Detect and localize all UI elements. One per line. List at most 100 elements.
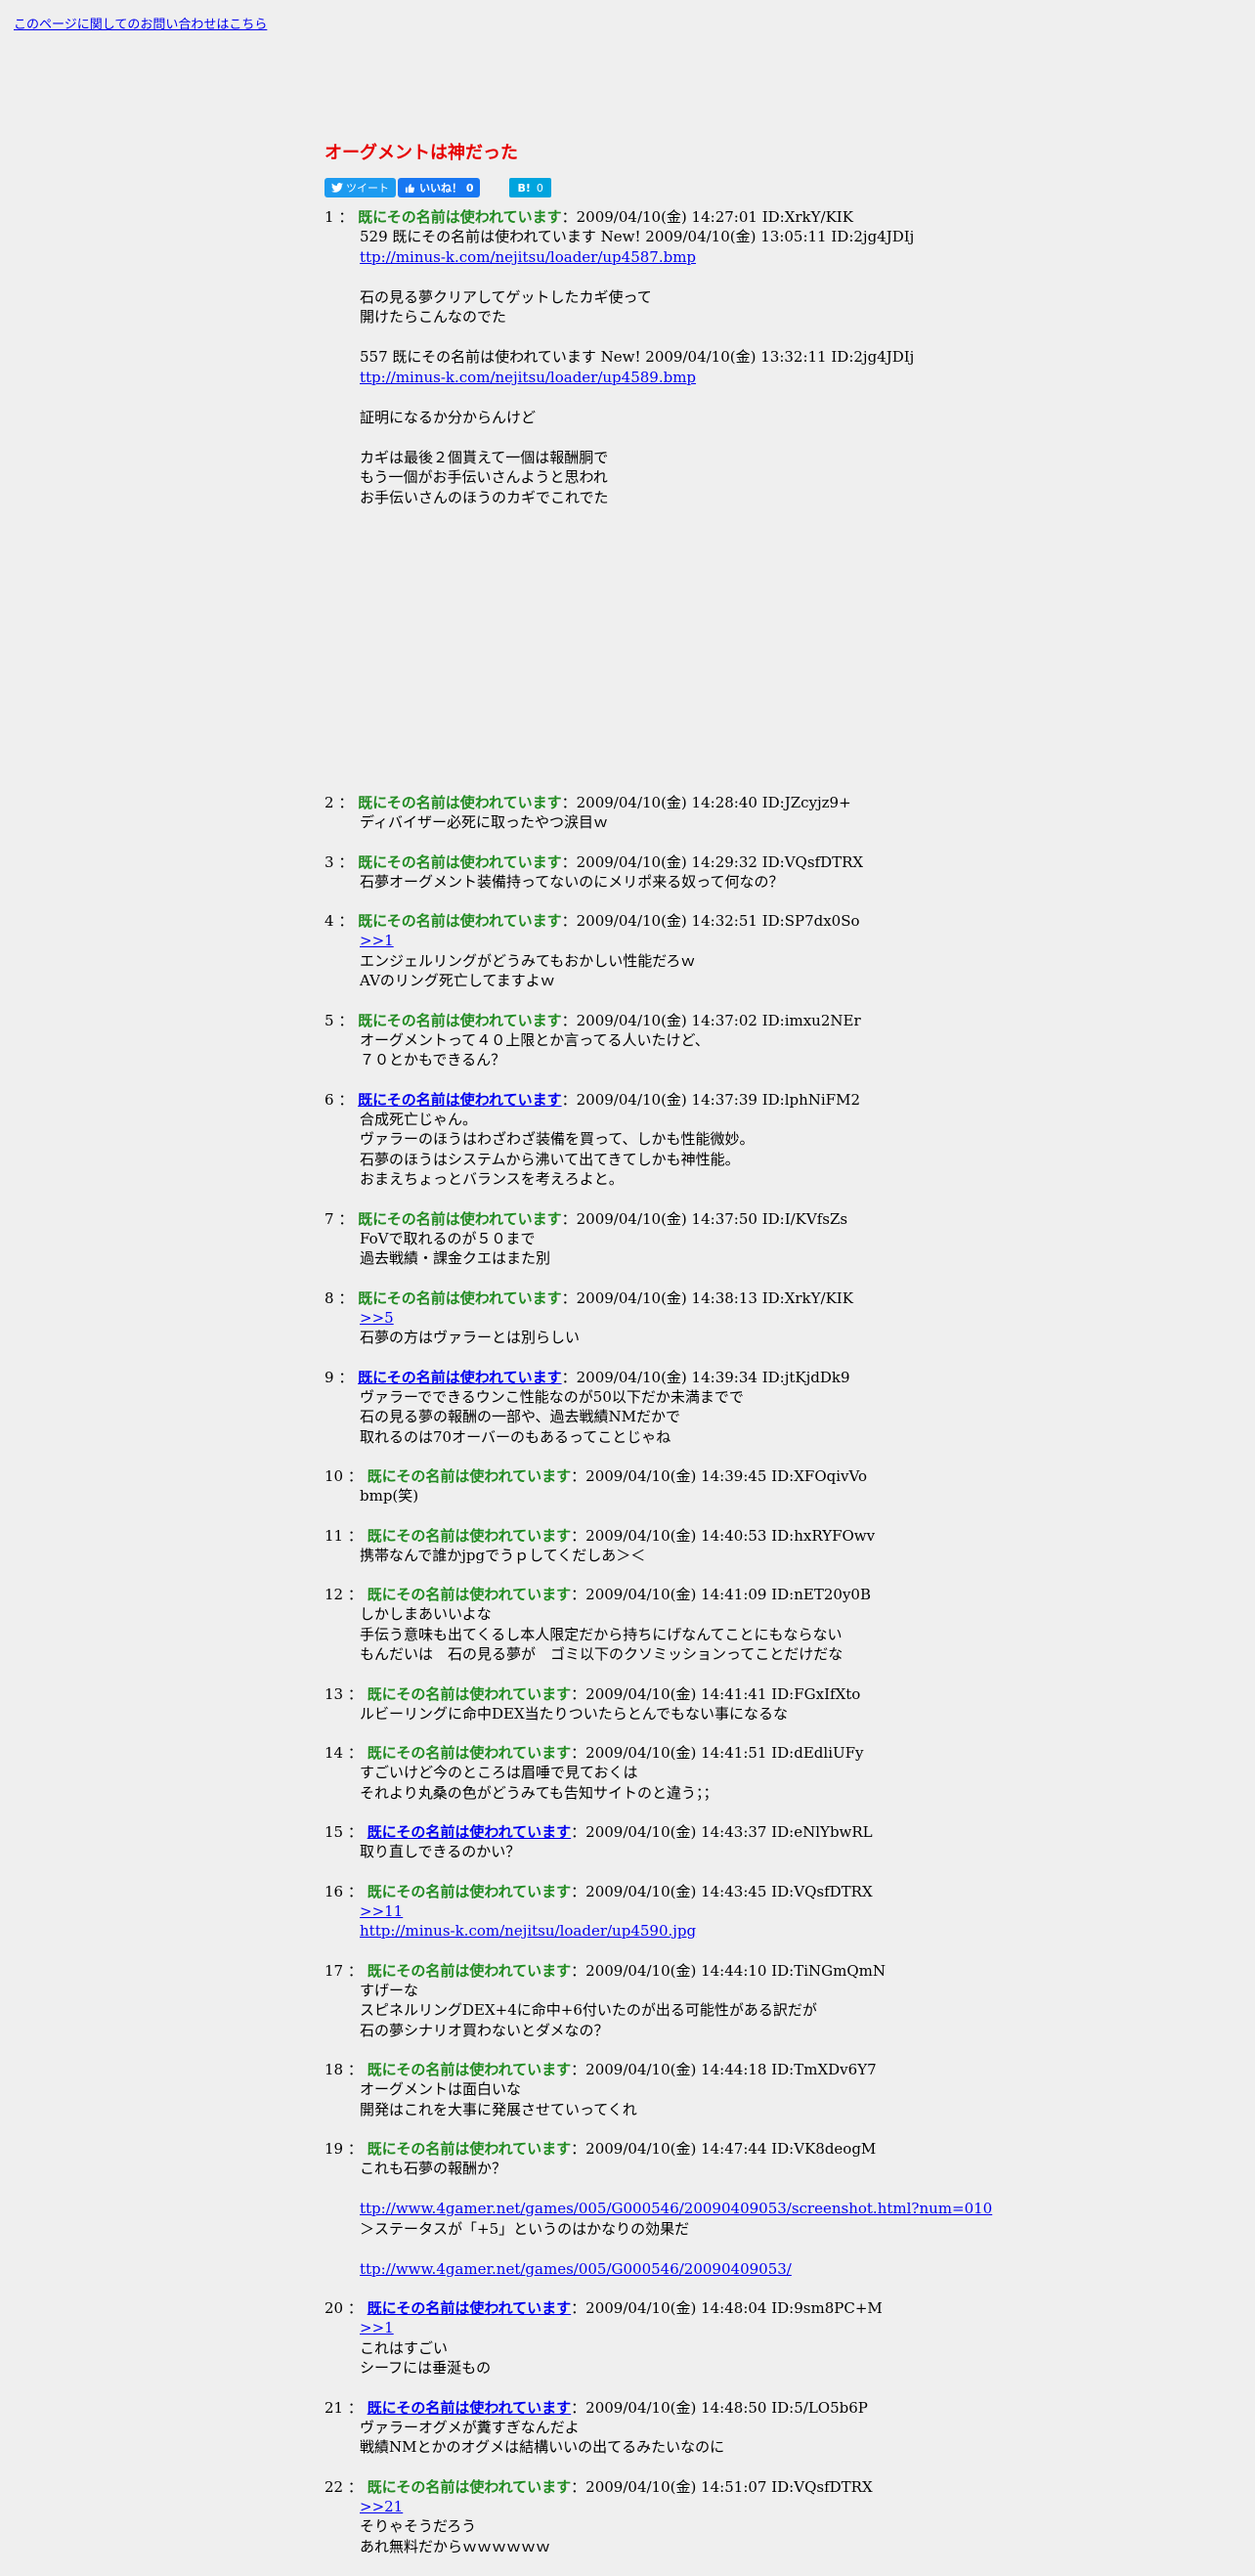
post-line: カギは最後２個貰えて一個は報酬胴で xyxy=(360,448,609,466)
post-line: すごいけど今のところは眉唾で見ておくは xyxy=(360,1764,638,1781)
post-header: 8 ： 既にその名前は使われています：2009/04/10(金) 14:38:1… xyxy=(325,1288,853,1307)
post-line: ttp://minus-k.com/nejitsu/loader/up4587.… xyxy=(360,247,1233,268)
post-number: 10 xyxy=(325,1467,344,1485)
poster-name[interactable]: 既にその名前は使われています xyxy=(358,1369,562,1386)
post-line: ttp://www.4gamer.net/games/005/G000546/2… xyxy=(360,2199,1233,2219)
poster-name: 既にその名前は使われています xyxy=(367,1467,572,1485)
post-header: 9 ： 既にその名前は使われています：2009/04/10(金) 14:39:3… xyxy=(325,1368,850,1386)
post-number: 12 xyxy=(325,1586,344,1603)
post-line: ttp://www.4gamer.net/games/005/G000546/2… xyxy=(360,2259,1233,2280)
hatena-bookmark-icon: B! xyxy=(517,181,531,195)
post: 16 ： 既にその名前は使われています：2009/04/10(金) 14:43:… xyxy=(325,1882,1233,1942)
post-line: シーフには垂涎もの xyxy=(360,2359,492,2377)
post-line: オーグメントは面白いな xyxy=(360,2080,522,2098)
post-body: FoVで取れるのが５０まで 過去戦績・課金クエはまた別 xyxy=(360,1229,1233,1269)
poster-name: 既にその名前は使われています xyxy=(367,1684,572,1703)
post-meta: 2009/04/10(金) 14:27:01 ID:XrkY/KIK xyxy=(576,208,853,226)
post-url-link[interactable]: ttp://minus-k.com/nejitsu/loader/up4589.… xyxy=(360,369,696,386)
post: 6 ： 既にその名前は使われています：2009/04/10(金) 14:37:3… xyxy=(325,1090,1233,1190)
poster-name[interactable]: 既にその名前は使われています xyxy=(358,1091,562,1109)
post-line: これはすごい xyxy=(360,2338,449,2357)
post-line: 石の見る夢の報酬の一部や、過去戦績NMだかで xyxy=(360,1408,681,1425)
poster-name: 既にその名前は使われています xyxy=(358,912,562,930)
post-meta: 2009/04/10(金) 14:43:37 ID:eNlYbwRL xyxy=(585,1823,873,1841)
post-meta: 2009/04/10(金) 14:39:34 ID:jtKjdDk9 xyxy=(576,1368,850,1386)
post-url-link[interactable]: ttp://minus-k.com/nejitsu/loader/up4587.… xyxy=(360,248,696,266)
post-header: 1 ： 既にその名前は使われています：2009/04/10(金) 14:27:0… xyxy=(325,208,853,226)
post-meta: 2009/04/10(金) 14:29:32 ID:VQsfDTRX xyxy=(576,852,864,871)
post-line: ルビーリングに命中DEX当たりついたらとんでもない事になるな xyxy=(360,1704,789,1723)
post-number: 13 xyxy=(325,1684,344,1703)
reply-anchor-link[interactable]: >>11 xyxy=(360,1902,403,1920)
post-line: お手伝いさんのほうのカギでこれでた xyxy=(360,488,609,506)
post-line: 携帯なんで誰かjpgでうｐしてくだしあ＞＜ xyxy=(360,1546,646,1564)
post-meta: 2009/04/10(金) 14:41:41 ID:FGxIfXto xyxy=(585,1684,861,1703)
post-url-link[interactable]: ttp://www.4gamer.net/games/005/G000546/2… xyxy=(360,2260,792,2278)
post: 13 ： 既にその名前は使われています：2009/04/10(金) 14:41:… xyxy=(325,1684,1233,1725)
post-url-link[interactable]: http://minus-k.com/nejitsu/loader/up4590… xyxy=(360,1922,696,1940)
tweet-label: ツイート xyxy=(346,182,389,195)
post-number: 5 xyxy=(325,1011,334,1029)
reply-anchor-link[interactable]: >>1 xyxy=(360,932,394,949)
post-line: >>11 xyxy=(360,1901,1233,1922)
post-number: 9 xyxy=(325,1368,334,1386)
post-header: 5 ： 既にその名前は使われています：2009/04/10(金) 14:37:0… xyxy=(325,1011,861,1029)
post-body: 529 既にその名前は使われています New! 2009/04/10(金) 13… xyxy=(360,227,1233,507)
post-header: 11 ： 既にその名前は使われています：2009/04/10(金) 14:40:… xyxy=(325,1526,876,1545)
post-header: 20 ： 既にその名前は使われています：2009/04/10(金) 14:48:… xyxy=(325,2299,883,2317)
post-header: 3 ： 既にその名前は使われています：2009/04/10(金) 14:29:3… xyxy=(325,852,864,871)
hatena-bookmark-button[interactable]: B! 0 xyxy=(509,178,551,197)
poster-name[interactable]: 既にその名前は使われています xyxy=(368,2399,572,2417)
post-line: 過去戦績・課金クエはまた別 xyxy=(360,1249,551,1267)
post-number: 14 xyxy=(325,1744,344,1762)
contact-link[interactable]: このページに関してのお問い合わせはこちら xyxy=(14,14,267,32)
poster-name[interactable]: 既にその名前は使われています xyxy=(368,1823,572,1841)
post-header: 19 ： 既にその名前は使われています：2009/04/10(金) 14:47:… xyxy=(325,2140,877,2158)
social-buttons: ツイート いいね！ 0 B! 0 xyxy=(325,178,1233,197)
like-button[interactable]: いいね！ 0 xyxy=(398,178,481,197)
post: 8 ： 既にその名前は使われています：2009/04/10(金) 14:38:1… xyxy=(325,1288,1233,1348)
post-number: 19 xyxy=(325,2140,344,2158)
post-meta: 2009/04/10(金) 14:48:04 ID:9sm8PC+M xyxy=(585,2299,883,2317)
post-body: ディバイザー必死に取ったやつ涙目ｗ xyxy=(360,812,1233,833)
reply-anchor-link[interactable]: >>5 xyxy=(360,1309,394,1327)
post: 22 ： 既にその名前は使われています：2009/04/10(金) 14:51:… xyxy=(325,2477,1233,2557)
post-line: ディバイザー必死に取ったやつ涙目ｗ xyxy=(360,813,608,831)
poster-name: 既にその名前は使われています xyxy=(358,1011,562,1029)
post-line: すげーな xyxy=(360,1981,419,1999)
page-title: オーグメントは神だった xyxy=(325,143,518,163)
post: 2 ： 既にその名前は使われています：2009/04/10(金) 14:28:4… xyxy=(325,793,1233,833)
hatena-bookmark-count: 0 xyxy=(536,181,543,195)
post-body: オーグメントって４０上限とか言ってる人いたけど、 ７０とかもできるん？ xyxy=(360,1030,1233,1070)
post-line: ヴァラーでできるウンこ性能なのが50以下だか未満までで xyxy=(360,1387,744,1406)
poster-name[interactable]: 既にその名前は使われています xyxy=(368,2299,572,2317)
post-line: 証明になるか分からんけど xyxy=(360,408,537,426)
thumbs-up-icon xyxy=(405,183,415,193)
post-header: 13 ： 既にその名前は使われています：2009/04/10(金) 14:41:… xyxy=(325,1684,861,1703)
post-body: しかしまあいいよな 手伝う意味も出てくるし本人限定だから持ちにげなんてことにもなら… xyxy=(360,1604,1233,1665)
post-body: 石夢オーグメント装備持ってないのにメリポ来る奴って何なの？ xyxy=(360,872,1233,893)
tweet-button[interactable]: ツイート xyxy=(325,178,396,197)
post: 10 ： 既にその名前は使われています：2009/04/10(金) 14:39:… xyxy=(325,1466,1233,1506)
post-header: 17 ： 既にその名前は使われています：2009/04/10(金) 14:44:… xyxy=(325,1961,887,1980)
post-line: エンジェルリングがどうみてもおかしい性能だろｗ xyxy=(360,951,696,970)
poster-name: 既にその名前は使われています xyxy=(367,1586,572,1603)
reply-anchor-link[interactable]: >>1 xyxy=(360,2319,394,2336)
post-line: 手伝う意味も出てくるし本人限定だから持ちにげなんてことにもならない xyxy=(360,1625,843,1643)
post-meta: 2009/04/10(金) 14:38:13 ID:XrkY/KIK xyxy=(576,1288,853,1307)
post-line: 取り直しできるのかい？ xyxy=(360,1843,521,1860)
post-url-link[interactable]: ttp://www.4gamer.net/games/005/G000546/2… xyxy=(360,2200,992,2217)
post-header: 12 ： 既にその名前は使われています：2009/04/10(金) 14:41:… xyxy=(325,1586,871,1603)
post-header: 22 ： 既にその名前は使われています：2009/04/10(金) 14:51:… xyxy=(325,2477,873,2496)
post-meta: 2009/04/10(金) 14:37:02 ID:imxu2NEr xyxy=(576,1011,861,1029)
reply-anchor-link[interactable]: >>21 xyxy=(360,2498,403,2515)
post: 5 ： 既にその名前は使われています：2009/04/10(金) 14:37:0… xyxy=(325,1011,1233,1070)
post-line: 開発はこれを大事に発展させていってくれ xyxy=(360,2100,637,2118)
post-header: 16 ： 既にその名前は使われています：2009/04/10(金) 14:43:… xyxy=(325,1882,873,1900)
post-list: 1 ： 既にその名前は使われています：2009/04/10(金) 14:27:0… xyxy=(325,207,1233,2556)
post-header: 10 ： 既にその名前は使われています：2009/04/10(金) 14:39:… xyxy=(325,1467,867,1485)
post-line: もう一個がお手伝いさんようと思われ xyxy=(360,468,608,486)
poster-name: 既にその名前は使われています xyxy=(358,1209,562,1228)
